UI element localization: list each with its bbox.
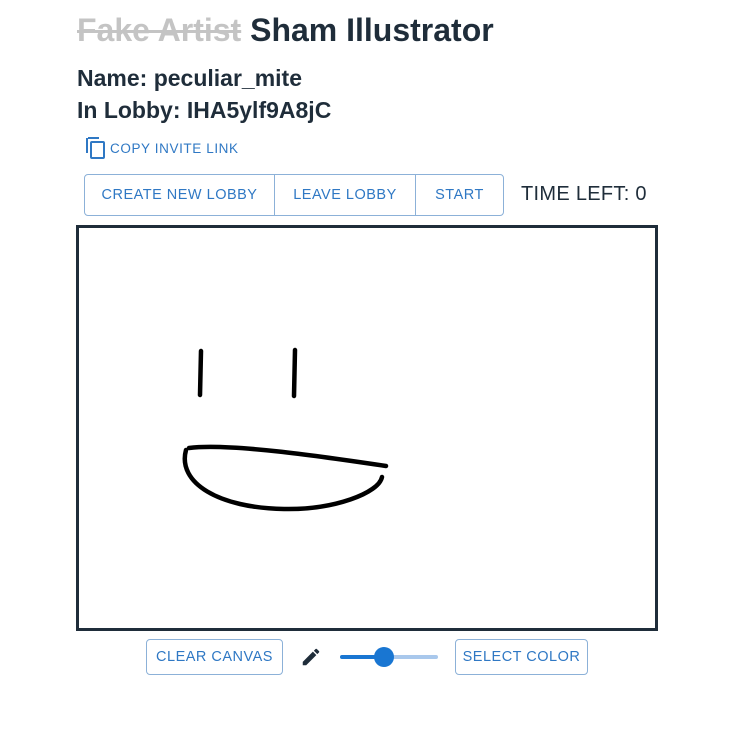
slider-thumb[interactable] bbox=[374, 647, 395, 667]
time-left-display: TIME LEFT: 0 bbox=[521, 183, 647, 205]
drawing-stroke-mouth bbox=[182, 444, 389, 512]
drawing-stroke-right-eye bbox=[291, 347, 298, 399]
brush-size-slider[interactable] bbox=[338, 646, 440, 668]
player-name: Name: peculiar_mite bbox=[77, 65, 302, 91]
page-title: Fake Artist Sham Illustrator bbox=[77, 12, 494, 49]
pencil-icon[interactable] bbox=[300, 646, 322, 668]
select-color-button[interactable]: SELECT COLOR bbox=[455, 639, 588, 675]
leave-lobby-button[interactable]: LEAVE LOBBY bbox=[274, 175, 415, 215]
canvas-drawing bbox=[182, 347, 389, 512]
clear-canvas-button[interactable]: CLEAR CANVAS bbox=[146, 639, 283, 675]
copy-invite-link-label: COPY INVITE LINK bbox=[110, 140, 239, 156]
create-new-lobby-button[interactable]: CREATE NEW LOBBY bbox=[85, 175, 274, 215]
drawing-canvas[interactable] bbox=[76, 225, 658, 631]
lobby-id: In Lobby: IHA5ylf9A8jC bbox=[77, 97, 332, 123]
drawing-stroke-left-eye bbox=[197, 348, 204, 398]
struck-title-text: Fake Artist bbox=[77, 12, 242, 48]
copy-invite-link-button[interactable]: COPY INVITE LINK bbox=[85, 136, 239, 160]
start-button[interactable]: START bbox=[415, 175, 503, 215]
lobby-button-group: CREATE NEW LOBBY LEAVE LOBBY START bbox=[84, 174, 504, 216]
game-title-text: Sham Illustrator bbox=[250, 12, 494, 48]
copy-icon bbox=[85, 136, 107, 160]
